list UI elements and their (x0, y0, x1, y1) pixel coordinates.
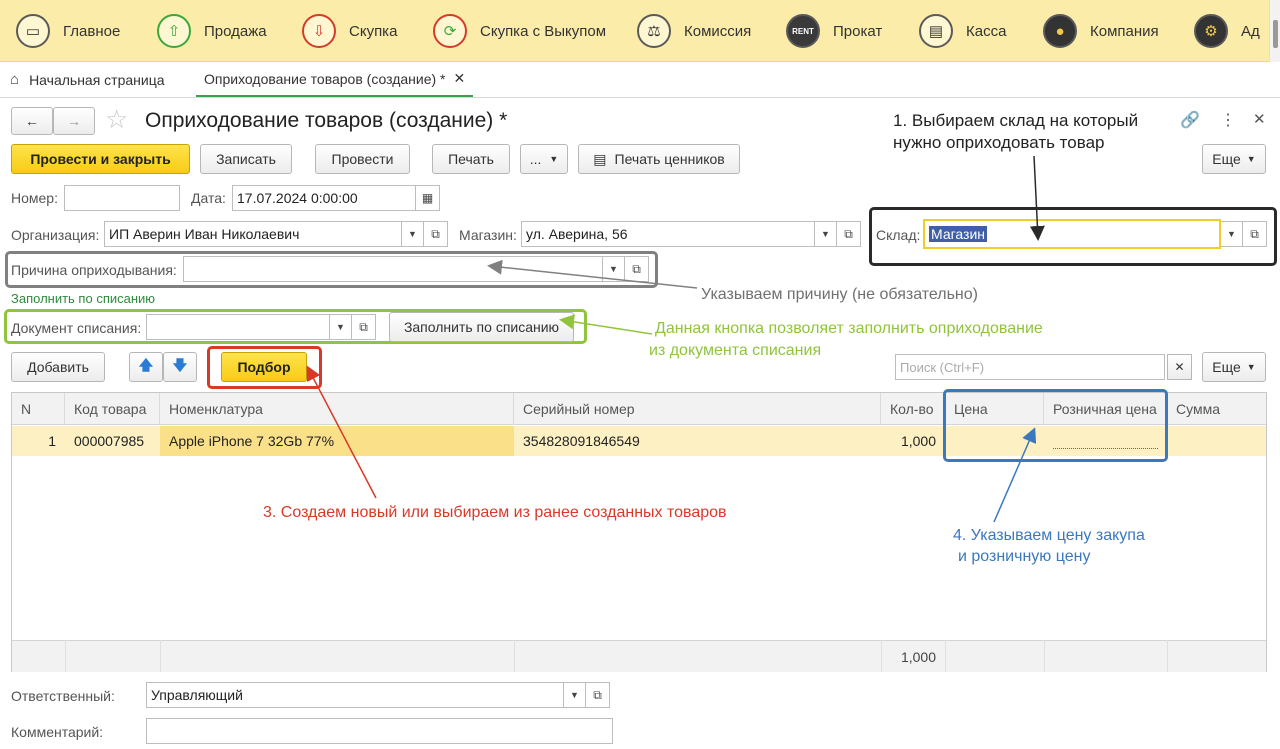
arrow-warehouse (1029, 155, 1045, 241)
arrow-reason (487, 259, 698, 289)
arrow-price (993, 427, 1037, 523)
annotation-arrows (306, 155, 1045, 523)
arrow-fill (559, 314, 653, 335)
arrow-pick (306, 365, 377, 499)
